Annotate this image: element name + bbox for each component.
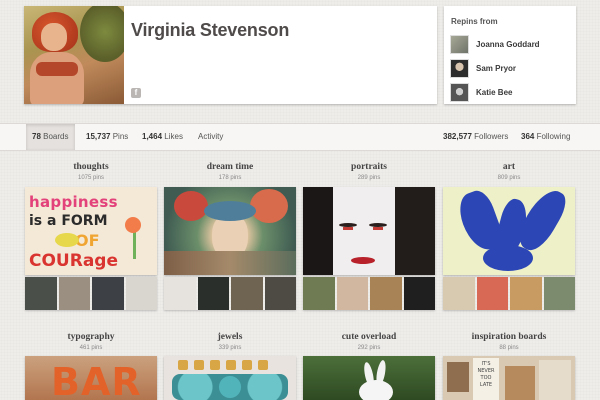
board-thumbnails[interactable] [303,277,435,310]
board-cover-image[interactable] [443,187,575,275]
facebook-icon[interactable]: f [131,88,141,98]
board-pin-count: 339 pins [218,345,242,351]
likes-count: 1,464 [142,132,163,141]
repin-user-joanna-goddard[interactable]: Joanna Goddard [450,34,574,54]
tab-boards[interactable]: 78 Boards [26,124,75,150]
board-cover-image[interactable] [164,187,296,275]
tab-activity[interactable]: Activity [198,124,223,150]
board-title: inspiration boards [471,332,547,342]
board-cover-image[interactable] [303,187,435,275]
avatar [450,34,469,54]
profile-avatar[interactable] [24,6,124,104]
tab-pins[interactable]: 15,737 Pins [86,124,128,150]
board-title: typography [67,332,115,342]
board-pin-count: 809 pins [497,175,521,181]
tab-followers[interactable]: 382,577 Followers [443,124,508,150]
cover-text: is a FORM [29,213,108,229]
repins-from-panel: Repins from Joanna Goddard Sam Pryor Kat… [444,6,576,104]
cover-text: LATE [479,382,493,388]
cover-text: TOO [480,375,492,381]
board-pin-count: 88 pins [499,345,519,351]
board-title: art [502,162,516,172]
profile-name: Virginia Stevenson [131,20,290,40]
cover-text: BAR [51,360,142,400]
repin-user-sam-pryor[interactable]: Sam Pryor [450,58,574,78]
board-cover-image[interactable]: BAR [25,356,157,400]
board-cover-image[interactable] [303,356,435,400]
likes-label: Likes [164,132,183,141]
boards-count: 78 [32,132,41,141]
repin-user-name: Katie Bee [476,87,513,97]
boards-label: Boards [43,132,69,141]
cover-text: IT'S [481,361,491,367]
board-cover-image[interactable] [164,356,296,400]
tab-likes[interactable]: 1,464 Likes [142,124,183,150]
repin-user-katie-bee[interactable]: Katie Bee [450,82,574,102]
cover-text: COURage [29,251,118,271]
pins-count: 15,737 [86,132,111,141]
profile-card: Virginia Stevenson f [24,6,437,104]
following-count: 364 [521,132,535,141]
board-title: cute overload [341,332,397,342]
board-title: portraits [351,162,387,172]
profile-stats-bar: 78 Boards 15,737 Pins 1,464 Likes Activi… [0,123,600,151]
repins-from-title: Repins from [451,17,498,26]
board-pin-count: 1075 pins [77,175,105,181]
cover-text: NEVER [477,368,495,374]
board-thumbnails[interactable] [164,277,296,310]
following-label: Following [536,132,571,141]
board-pin-count: 292 pins [357,345,381,351]
followers-label: Followers [474,132,509,141]
repin-user-name: Joanna Goddard [476,39,540,49]
avatar [450,58,469,78]
board-cover-image[interactable]: IT'S NEVER TOO LATE [443,356,575,400]
tab-following[interactable]: 364 Following [521,124,570,150]
board-title: jewels [217,332,243,342]
board-thumbnails[interactable] [443,277,575,310]
cover-text: happiness [29,193,118,211]
board-pin-count: 178 pins [218,175,242,181]
board-title: thoughts [73,162,109,172]
repin-user-name: Sam Pryor [476,63,517,73]
board-thumbnails[interactable] [25,277,157,310]
pins-label: Pins [112,132,129,141]
avatar [450,82,469,102]
board-cover-image[interactable]: happiness is a FORM OF COURage [25,187,157,275]
board-pin-count: 289 pins [357,175,381,181]
board-title: dream time [206,162,254,172]
followers-count: 382,577 [443,132,472,141]
board-pin-count: 461 pins [79,345,103,351]
activity-label: Activity [198,132,224,141]
